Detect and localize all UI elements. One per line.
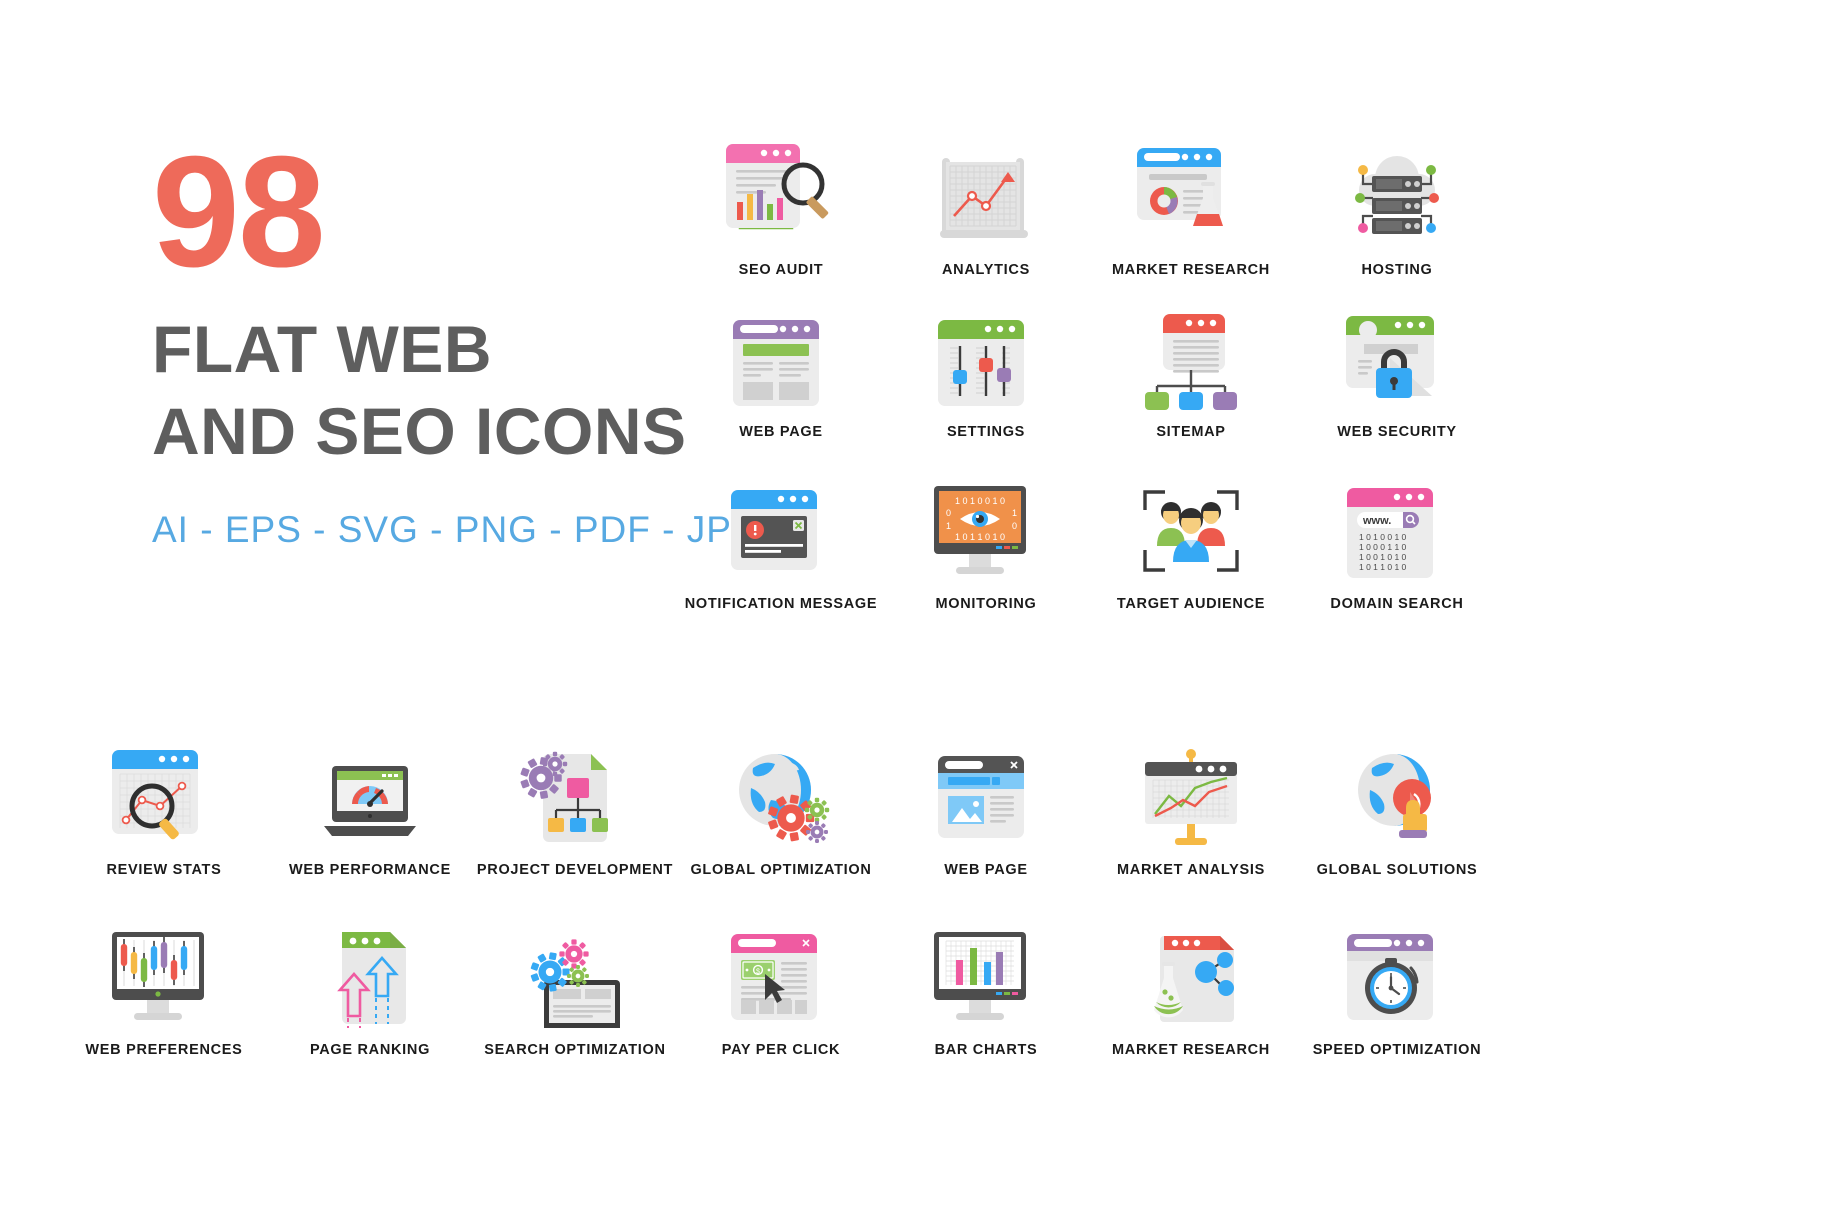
icon-label: NOTIFICATION MESSAGE [684,596,878,612]
icon-cell-pay-per-click[interactable]: $ PAY PER CLICK [661,908,901,1058]
icon-cell-seo-audit[interactable]: SEO AUDIT [661,128,901,278]
notification-message-icon [661,462,901,582]
icon-label: DOMAIN SEARCH [1330,596,1464,612]
global-solutions-icon [1277,728,1517,848]
web-security-icon [1277,290,1517,410]
icon-cell-monitoring[interactable]: 1 0 1 0 0 1 0 0 1 1 0 1 0 1 1 0 1 0 MONI… [866,462,1106,612]
icon-cell-web-performance[interactable]: WEB PERFORMANCE [250,728,490,878]
icon-cell-speed-optimization[interactable]: SPEED OPTIMIZATION [1277,908,1517,1058]
icon-cell-domain-search[interactable]: www. 1 0 1 0 0 1 0 1 0 0 0 1 1 0 1 0 0 1… [1277,462,1517,612]
project-development-icon [455,728,695,848]
market-research-2-icon [1071,908,1311,1028]
seo-audit-icon [661,128,901,248]
svg-text:0: 0 [1012,521,1017,531]
icon-cell-settings[interactable]: SETTINGS [866,290,1106,440]
icon-cell-target-audience[interactable]: TARGET AUDIENCE [1071,462,1311,612]
market-analysis-icon [1071,728,1311,848]
icon-cell-project-development[interactable]: PROJECT DEVELOPMENT [455,728,695,878]
web-page-1-icon [661,290,901,410]
icon-cell-notification-message[interactable]: NOTIFICATION MESSAGE [661,462,901,612]
speed-optimization-icon [1277,908,1517,1028]
hosting-icon [1277,128,1517,248]
web-page-2-icon [866,728,1106,848]
review-stats-icon [44,728,284,848]
icon-label: SITEMAP [1156,424,1226,440]
web-preferences-icon [44,908,284,1028]
icon-label: WEB PERFORMANCE [289,862,451,878]
pay-per-click-icon: $ [661,908,901,1028]
icon-label: MARKET RESEARCH [1112,1042,1270,1058]
icon-cell-market-research[interactable]: MARKET RESEARCH [1071,128,1311,278]
icon-label: HOSTING [1361,262,1433,278]
icon-label: PAGE RANKING [309,1042,431,1058]
icon-cell-sitemap[interactable]: SITEMAP [1071,290,1311,440]
svg-text:1: 1 [946,521,951,531]
icon-cell-search-optimization[interactable]: SEARCH OPTIMIZATION [455,908,695,1058]
icon-cell-bar-charts[interactable]: BAR CHARTS [866,908,1106,1058]
icon-label: REVIEW STATS [106,862,222,878]
svg-text:1 0 1 1 0 1 0: 1 0 1 1 0 1 0 [955,532,1005,542]
icon-label: PROJECT DEVELOPMENT [476,862,674,878]
icon-label: MONITORING [935,596,1037,612]
icon-cell-web-page-2[interactable]: WEB PAGE [866,728,1106,878]
icon-cell-review-stats[interactable]: REVIEW STATS [44,728,284,878]
monitoring-icon: 1 0 1 0 0 1 0 0 1 1 0 1 0 1 1 0 1 0 [866,462,1106,582]
icon-cell-hosting[interactable]: HOSTING [1277,128,1517,278]
icon-cell-analytics[interactable]: ANALYTICS [866,128,1106,278]
svg-text:www.: www. [1362,515,1391,527]
market-research-icon [1071,128,1311,248]
icon-label: GLOBAL OPTIMIZATION [690,862,872,878]
icon-label: MARKET RESEARCH [1112,262,1270,278]
svg-text:1 0 1 0 0 1 0: 1 0 1 0 0 1 0 [955,496,1005,506]
sitemap-icon [1071,290,1311,410]
icon-cell-market-research-2[interactable]: MARKET RESEARCH [1071,908,1311,1058]
icon-label: SPEED OPTIMIZATION [1312,1042,1482,1058]
icon-cell-web-security[interactable]: WEB SECURITY [1277,290,1517,440]
icon-label: ANALYTICS [942,262,1030,278]
web-performance-icon [250,728,490,848]
svg-text:1 0 0 0 1 1 0: 1 0 0 0 1 1 0 [1359,542,1407,552]
svg-text:0: 0 [946,508,951,518]
icon-label: WEB PAGE [944,862,1028,878]
icon-label: WEB PREFERENCES [85,1042,243,1058]
svg-text:1: 1 [1012,508,1017,518]
icon-cell-web-page-1[interactable]: WEB PAGE [661,290,901,440]
svg-text:1 0 1 1 0 1 0: 1 0 1 1 0 1 0 [1359,562,1407,572]
bar-charts-icon [866,908,1106,1028]
settings-icon [866,290,1106,410]
icon-grid: SEO AUDIT ANALYTICS MARKET RESEARCH HOST… [0,0,1824,1214]
icon-label: PAY PER CLICK [721,1042,841,1058]
icon-label: MARKET ANALYSIS [1117,862,1265,878]
svg-text:$: $ [756,969,760,976]
page-ranking-icon [250,908,490,1028]
icon-label: WEB SECURITY [1337,424,1457,440]
icon-label: SEO AUDIT [738,262,824,278]
icon-cell-global-optimization[interactable]: GLOBAL OPTIMIZATION [661,728,901,878]
icon-label: BAR CHARTS [934,1042,1038,1058]
analytics-icon [866,128,1106,248]
icon-label: TARGET AUDIENCE [1116,596,1266,612]
icon-label: SEARCH OPTIMIZATION [484,1042,666,1058]
icon-label: SETTINGS [946,424,1026,440]
target-audience-icon [1071,462,1311,582]
icon-cell-market-analysis[interactable]: MARKET ANALYSIS [1071,728,1311,878]
icon-cell-page-ranking[interactable]: PAGE RANKING [250,908,490,1058]
icon-set-showcase: 98 FLAT WEB AND SEO ICONS AI - EPS - SVG… [0,0,1824,1214]
icon-label: GLOBAL SOLUTIONS [1316,862,1478,878]
icon-cell-global-solutions[interactable]: GLOBAL SOLUTIONS [1277,728,1517,878]
domain-search-icon: www. 1 0 1 0 0 1 0 1 0 0 0 1 1 0 1 0 0 1… [1277,462,1517,582]
icon-label: WEB PAGE [739,424,823,440]
search-optimization-icon [455,908,695,1028]
global-optimization-icon [661,728,901,848]
icon-cell-web-preferences[interactable]: WEB PREFERENCES [44,908,284,1058]
svg-text:1 0 0 1 0 1 0: 1 0 0 1 0 1 0 [1359,552,1407,562]
svg-text:1 0 1 0 0 1 0: 1 0 1 0 0 1 0 [1359,532,1407,542]
